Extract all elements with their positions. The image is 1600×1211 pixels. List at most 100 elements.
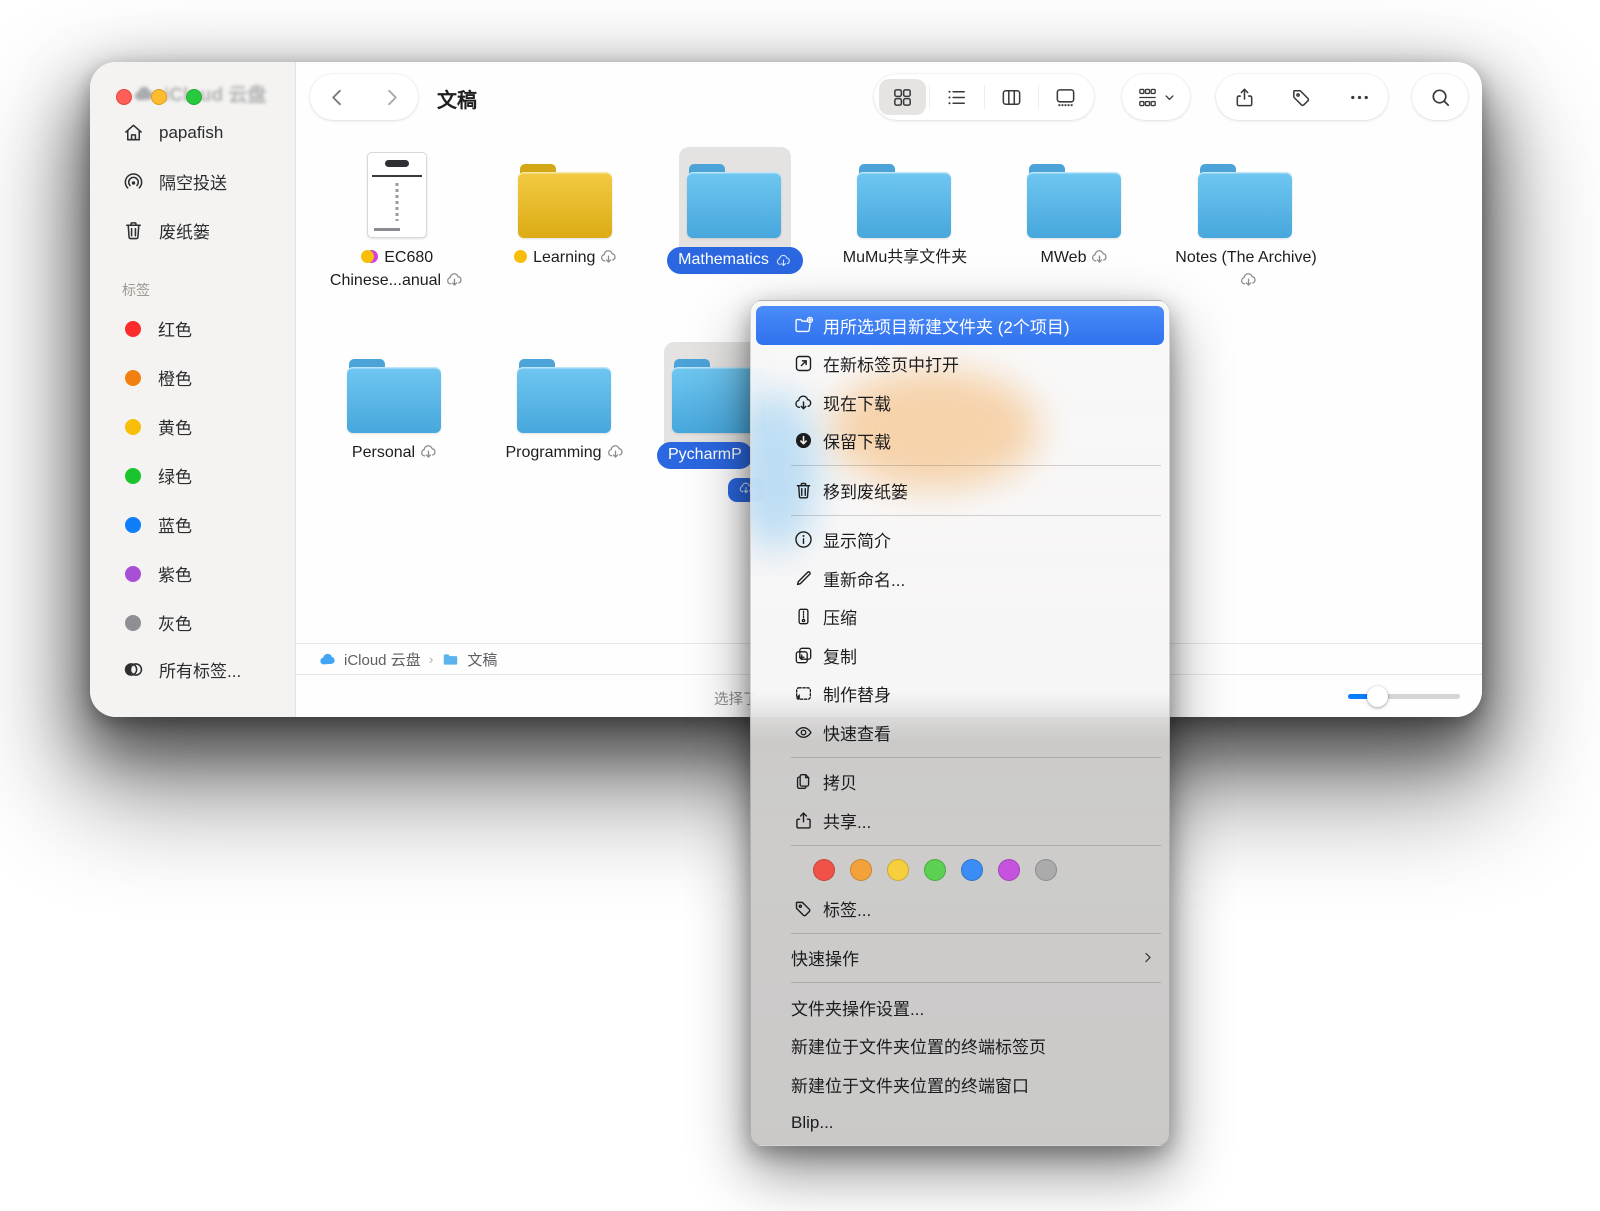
navigation-buttons	[310, 74, 418, 120]
menu-item[interactable]: 现在下载	[751, 383, 1169, 422]
zoom-window-button[interactable]	[186, 89, 202, 105]
menu-item[interactable]: 拷贝	[751, 763, 1169, 802]
sidebar-tag-yellow[interactable]: 黄色	[90, 402, 295, 451]
group-by-button[interactable]	[1122, 74, 1190, 120]
menu-item[interactable]: 新建位于文件夹位置的终端标签页	[751, 1027, 1169, 1066]
tag-color-dot	[125, 321, 141, 337]
menu-item[interactable]: 标签...	[751, 889, 1169, 928]
menu-item[interactable]: 共享...	[751, 801, 1169, 840]
file-item-personal[interactable]: Personal	[310, 349, 480, 465]
breadcrumb-label: iCloud 云盘	[344, 649, 421, 670]
menu-item[interactable]: 复制	[751, 636, 1169, 675]
menu-tag-colors-row	[751, 851, 1169, 890]
file-item-mweb[interactable]: MWeb	[990, 154, 1160, 270]
context-menu: 用所选项目新建文件夹 (2个项目) 在新标签页中打开现在下载保留下载移到废纸篓显示…	[750, 300, 1170, 1146]
icon-view-icon	[891, 86, 914, 109]
sidebar-tag-blue[interactable]: 蓝色	[90, 500, 295, 549]
share-button[interactable]	[1233, 86, 1256, 109]
zoom-slider-thumb[interactable]	[1367, 686, 1388, 707]
sidebar-favorites: papafish隔空投送废纸篓	[90, 108, 295, 255]
back-button[interactable]	[326, 86, 349, 109]
menu-tag-color-dot[interactable]	[850, 859, 872, 881]
window-controls	[116, 89, 202, 105]
rename-icon	[791, 568, 815, 589]
sidebar-tag-label: 红色	[158, 316, 192, 341]
menu-item[interactable]: Blip...	[751, 1104, 1169, 1143]
menu-item[interactable]: 在新标签页中打开	[751, 345, 1169, 384]
sidebar-tag-purple[interactable]: 紫色	[90, 549, 295, 598]
breadcrumb-item[interactable]: 文稿	[441, 649, 497, 670]
close-window-button[interactable]	[116, 89, 132, 105]
file-label: MWeb	[997, 247, 1153, 270]
view-mode-icon-view[interactable]	[876, 74, 929, 120]
menu-item[interactable]: 新建位于文件夹位置的终端窗口	[751, 1065, 1169, 1104]
sidebar-tag-red[interactable]: 红色	[90, 304, 295, 353]
file-label: Notes (The Archive)	[1168, 247, 1324, 292]
menu-item[interactable]: 快速查看	[751, 713, 1169, 752]
group-icon	[1136, 86, 1159, 109]
file-item-programming[interactable]: Programming	[480, 349, 650, 465]
minimize-window-button[interactable]	[151, 89, 167, 105]
icloud-icon	[318, 650, 337, 669]
menu-separator	[791, 982, 1161, 983]
sidebar-item-label: 废纸篓	[159, 218, 210, 243]
view-mode-column-view[interactable]	[985, 74, 1038, 120]
menu-item-label: 拷贝	[823, 769, 857, 794]
menu-item[interactable]: 文件夹操作设置...	[751, 988, 1169, 1027]
trash-icon	[122, 219, 145, 242]
sidebar-tag-orange[interactable]: 橙色	[90, 353, 295, 402]
menu-tag-color-dot[interactable]	[813, 859, 835, 881]
sidebar-item-papafish[interactable]: papafish	[90, 108, 295, 157]
menu-item-label: 新建位于文件夹位置的终端标签页	[791, 1033, 1046, 1058]
cloud-download-icon	[1239, 270, 1258, 289]
menu-item-label: 用所选项目新建文件夹 (2个项目)	[823, 313, 1070, 338]
view-mode-list-view[interactable]	[930, 74, 983, 120]
menu-item-label: Blip...	[791, 1113, 834, 1133]
folder-icon	[1198, 164, 1294, 238]
menu-item[interactable]: 用所选项目新建文件夹 (2个项目)	[756, 306, 1164, 345]
menu-item[interactable]: 快速操作	[751, 939, 1169, 978]
file-label-pill: PycharmP	[657, 442, 753, 469]
sidebar-tag-green[interactable]: 绿色	[90, 451, 295, 500]
search-button[interactable]	[1412, 74, 1468, 120]
forward-button[interactable]	[380, 86, 403, 109]
cloud-download-icon	[791, 392, 815, 413]
sidebar-tag-label: 橙色	[158, 365, 192, 390]
menu-item-label: 快速操作	[791, 945, 859, 970]
menu-item[interactable]: 移到废纸篓	[751, 471, 1169, 510]
menu-item-label: 标签...	[823, 896, 871, 921]
menu-tag-color-dot[interactable]	[887, 859, 909, 881]
file-label: Personal	[317, 442, 473, 465]
sidebar-item-all-tags[interactable]: 所有标签...	[90, 645, 295, 694]
search-icon	[1429, 86, 1452, 109]
menu-tag-color-dot[interactable]	[1035, 859, 1057, 881]
view-mode-gallery-view[interactable]	[1039, 74, 1092, 120]
menu-tag-color-dot[interactable]	[998, 859, 1020, 881]
more-button[interactable]	[1348, 86, 1371, 109]
sidebar-item-trash[interactable]: 废纸篓	[90, 206, 295, 255]
menu-item[interactable]: 制作替身	[751, 675, 1169, 714]
menu-item-label: 复制	[823, 643, 857, 668]
menu-item[interactable]: 保留下载	[751, 422, 1169, 461]
file-label-pill: Mathematics	[667, 247, 803, 274]
menu-item[interactable]: 重新命名...	[751, 559, 1169, 598]
file-item-mathematics[interactable]: Mathematics	[650, 154, 820, 274]
sidebar-tag-label: 蓝色	[158, 512, 192, 537]
menu-item[interactable]: 显示简介	[751, 521, 1169, 560]
zoom-slider[interactable]	[1348, 694, 1460, 699]
open-new-tab-icon	[791, 353, 815, 374]
menu-tag-color-dot[interactable]	[961, 859, 983, 881]
all-tags-icon	[122, 658, 145, 681]
breadcrumb-item[interactable]: iCloud 云盘	[318, 649, 421, 670]
tag-color-dot	[125, 468, 141, 484]
file-item-learning[interactable]: Learning	[481, 154, 651, 270]
file-item-notes[interactable]: Notes (The Archive)	[1161, 154, 1331, 292]
sidebar-item-airdrop[interactable]: 隔空投送	[90, 157, 295, 206]
file-item-ec680[interactable]: EC680 Chinese...anual	[312, 154, 482, 292]
file-item-mumu[interactable]: MuMu共享文件夹	[820, 154, 990, 270]
tag-button[interactable]	[1290, 86, 1313, 109]
file-name: MWeb	[1041, 249, 1087, 266]
menu-tag-color-dot[interactable]	[924, 859, 946, 881]
menu-item[interactable]: 压缩	[751, 598, 1169, 637]
sidebar-tag-gray[interactable]: 灰色	[90, 598, 295, 647]
